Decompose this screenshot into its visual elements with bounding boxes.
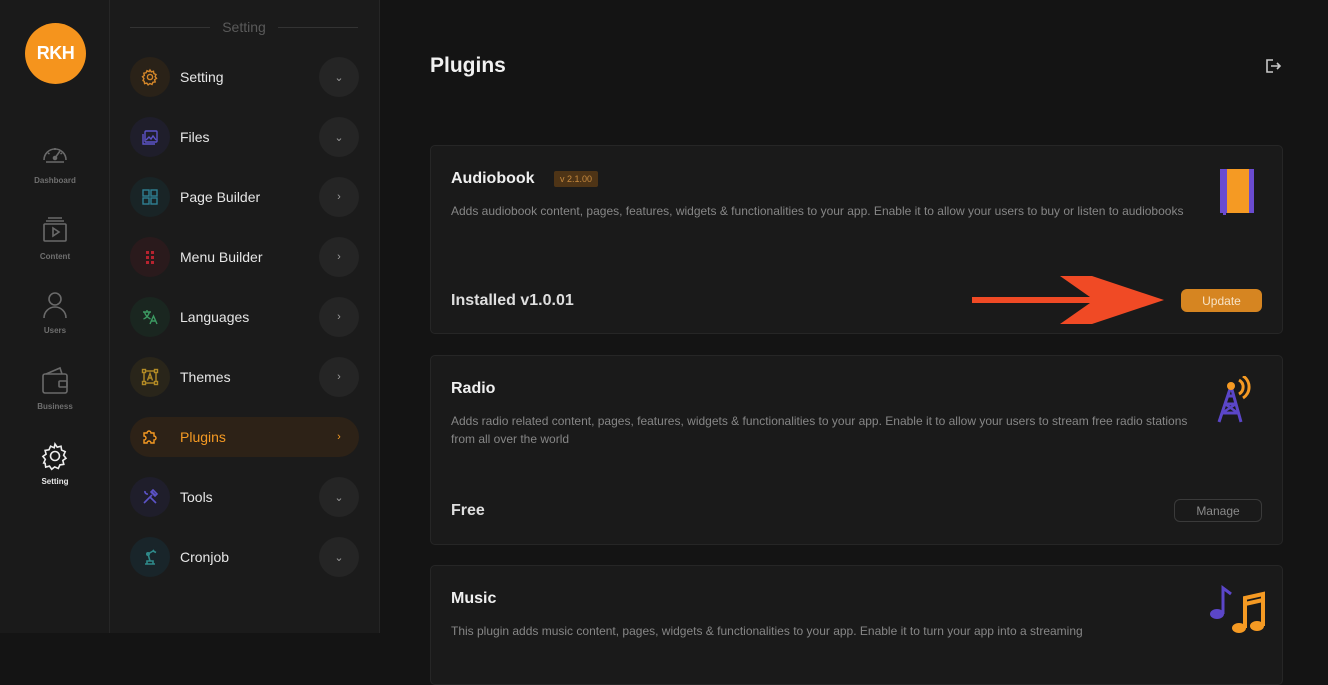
menu-icon-wrap — [130, 417, 170, 457]
rail-label: Business — [37, 402, 73, 411]
menu-icon-wrap — [130, 237, 170, 277]
update-button[interactable]: Update — [1181, 289, 1262, 312]
main-content: Plugins Audiobook v 2.1.00 Adds audioboo… — [380, 0, 1328, 685]
icon-rail: RKH Dashboard Content Users Business Set… — [0, 0, 110, 633]
rail-item-setting[interactable]: Setting — [0, 441, 110, 501]
menu-item-files[interactable]: Files ⌄ — [130, 117, 359, 157]
radio-tower-icon — [1217, 376, 1251, 423]
user-icon — [43, 292, 67, 319]
menu-item-setting[interactable]: Setting ⌄ — [130, 57, 359, 97]
menu-icon-wrap — [130, 117, 170, 157]
plugin-description: Adds audiobook content, pages, features,… — [451, 204, 1184, 218]
tools-icon — [143, 488, 159, 504]
settings-submenu: Setting Setting ⌄ Files ⌄ Page Builder ›… — [110, 0, 380, 633]
translate-icon — [143, 310, 158, 325]
menu-icon-wrap — [130, 57, 170, 97]
chevron-down-icon[interactable]: ⌄ — [319, 117, 359, 157]
manage-button[interactable]: Manage — [1174, 499, 1262, 522]
chevron-right-icon[interactable]: › — [319, 357, 359, 397]
notebook-icon — [1220, 169, 1254, 215]
menu-label: Cronjob — [180, 549, 230, 565]
rail-item-dashboard[interactable]: Dashboard — [0, 140, 110, 200]
submenu-header: Setting — [130, 19, 358, 35]
plugin-card-music: Music This plugin adds music content, pa… — [430, 565, 1283, 685]
chevron-down-icon[interactable]: ⌄ — [319, 57, 359, 97]
rail-label: Setting — [41, 477, 69, 486]
plugin-status: Free — [451, 502, 485, 519]
version-badge: v 2.1.00 — [554, 171, 599, 187]
dots-grid-icon — [146, 251, 154, 264]
menu-label: Tools — [180, 489, 213, 505]
chevron-right-icon[interactable]: › — [319, 177, 359, 217]
menu-icon-wrap — [130, 537, 170, 577]
rail-label: Users — [43, 326, 67, 335]
menu-item-page-builder[interactable]: Page Builder › — [130, 177, 359, 217]
gear-icon — [141, 68, 158, 86]
menu-icon-wrap — [130, 357, 170, 397]
menu-label: Page Builder — [180, 189, 261, 205]
menu-item-menu-builder[interactable]: Menu Builder › — [130, 237, 359, 277]
rail-label: Content — [39, 252, 71, 261]
page-title: Plugins — [430, 54, 506, 77]
plugin-description: Adds radio related content, pages, featu… — [451, 414, 1188, 446]
rail-item-business[interactable]: Business — [0, 366, 110, 426]
logout-icon[interactable] — [1264, 57, 1282, 75]
rail-label: Dashboard — [34, 176, 76, 185]
gauge-icon — [43, 148, 67, 163]
video-stack-icon — [43, 217, 67, 242]
red-arrow-icon — [972, 276, 1164, 324]
rail-item-users[interactable]: Users — [0, 290, 110, 350]
chevron-right-icon[interactable]: › — [319, 297, 359, 337]
menu-label: Languages — [180, 309, 250, 325]
grid-icon — [142, 189, 158, 205]
plugin-description: This plugin adds music content, pages, w… — [451, 624, 1083, 638]
plugin-name: Music — [451, 590, 497, 607]
menu-item-themes[interactable]: Themes › — [130, 357, 359, 397]
image-gallery-icon — [142, 130, 158, 145]
chevron-down-icon[interactable]: ⌄ — [319, 537, 359, 577]
menu-icon-wrap — [130, 477, 170, 517]
chevron-right-icon[interactable]: › — [319, 417, 359, 457]
plugin-card-radio: Radio Adds radio related content, pages,… — [430, 355, 1283, 545]
menu-icon-wrap — [130, 297, 170, 337]
menu-label: Themes — [180, 369, 231, 385]
chevron-down-icon[interactable]: ⌄ — [319, 477, 359, 517]
robot-arm-icon — [145, 549, 157, 565]
rail-item-content[interactable]: Content — [0, 216, 110, 276]
submenu-title: Setting — [222, 19, 266, 35]
plugin-status: Installed v1.0.01 — [451, 292, 574, 309]
plugin-name: Audiobook — [451, 170, 535, 187]
menu-item-plugins[interactable]: Plugins › — [130, 417, 359, 457]
menu-label: Menu Builder — [180, 249, 263, 265]
music-notes-icon — [1210, 585, 1265, 633]
menu-label: Files — [180, 129, 210, 145]
wallet-icon — [42, 366, 68, 394]
text-frame-icon — [141, 368, 159, 386]
app-logo[interactable]: RKH — [25, 23, 86, 84]
menu-item-tools[interactable]: Tools ⌄ — [130, 477, 359, 517]
menu-label: Setting — [180, 69, 224, 85]
plugin-name: Radio — [451, 380, 496, 397]
puzzle-icon — [143, 430, 157, 444]
menu-label: Plugins — [180, 429, 226, 445]
chevron-right-icon[interactable]: › — [319, 237, 359, 277]
menu-item-cronjob[interactable]: Cronjob ⌄ — [130, 537, 359, 577]
menu-item-languages[interactable]: Languages › — [130, 297, 359, 337]
gear-icon — [41, 442, 68, 471]
menu-icon-wrap — [130, 177, 170, 217]
